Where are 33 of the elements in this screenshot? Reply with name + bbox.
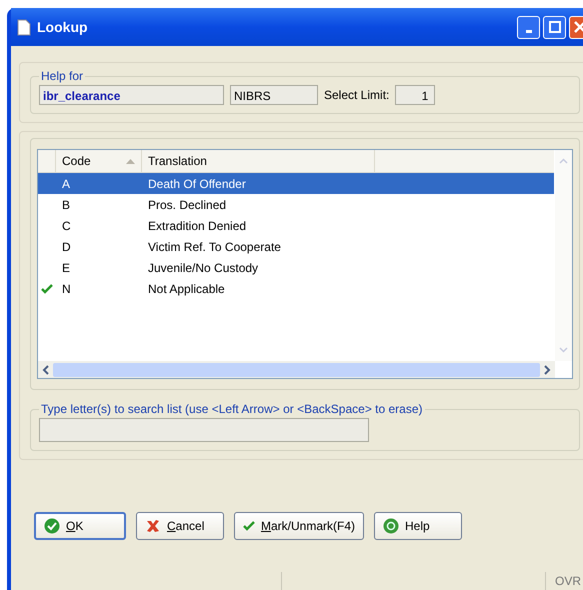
list-row[interactable]: A Death Of Offender — [38, 173, 554, 194]
code-cell-text: B — [61, 198, 72, 212]
select-limit-field: 1 — [395, 85, 436, 105]
code-cell-text: D — [61, 240, 72, 254]
code-cell-text: A — [61, 176, 72, 190]
translation-cell-text: Victim Ref. To Cooperate — [147, 240, 281, 254]
list-row[interactable]: C Extradition Denied — [38, 215, 554, 236]
code-cell-text: E — [61, 260, 72, 274]
dialog-button[interactable]: Cancel — [136, 512, 224, 540]
list-row[interactable]: N Not Applicable — [38, 278, 554, 299]
code-cell-text: N — [61, 282, 72, 296]
translation-cell-text: Juvenile/No Custody — [147, 260, 258, 274]
list-row[interactable]: E Juvenile/No Custody — [38, 257, 554, 278]
translation-cell-text: Pros. Declined — [147, 198, 226, 212]
system-field: NIBRS — [230, 85, 318, 105]
mode-indicator: OVR — [545, 572, 583, 590]
column-header[interactable]: Code — [56, 150, 142, 172]
translation-cell-text: Death Of Offender — [147, 176, 246, 190]
group-label: Help for — [40, 69, 84, 83]
column-header[interactable]: Translation — [142, 150, 362, 172]
group-label: Type letter(s) to search list (use <Left Arrow> or <BackSpace> to erase) — [40, 402, 424, 416]
dialog-button[interactable]: Mark/Unmark(F4) — [234, 512, 364, 540]
code-list[interactable]: Code Translation A Death Of Offender B Pros. Declined C Extradition Denied D Victim Ref. To Cooperate E Juvenile/No Custody N Not Applicable — [37, 149, 573, 379]
window-title: Lookup — [37, 19, 88, 35]
code-cell-text: C — [61, 218, 72, 232]
list-row[interactable]: D Victim Ref. To Cooperate — [38, 236, 554, 257]
list-row[interactable]: B Pros. Declined — [38, 194, 554, 215]
field-name: ibr_clearance — [39, 85, 224, 105]
dialog-button[interactable]: Help — [374, 512, 462, 540]
translation-cell-text: Not Applicable — [147, 282, 225, 296]
select-limit-label: Select Limit: — [324, 88, 390, 102]
translation-cell-text: Extradition Denied — [147, 218, 246, 232]
dialog-button[interactable]: OK — [34, 512, 126, 540]
